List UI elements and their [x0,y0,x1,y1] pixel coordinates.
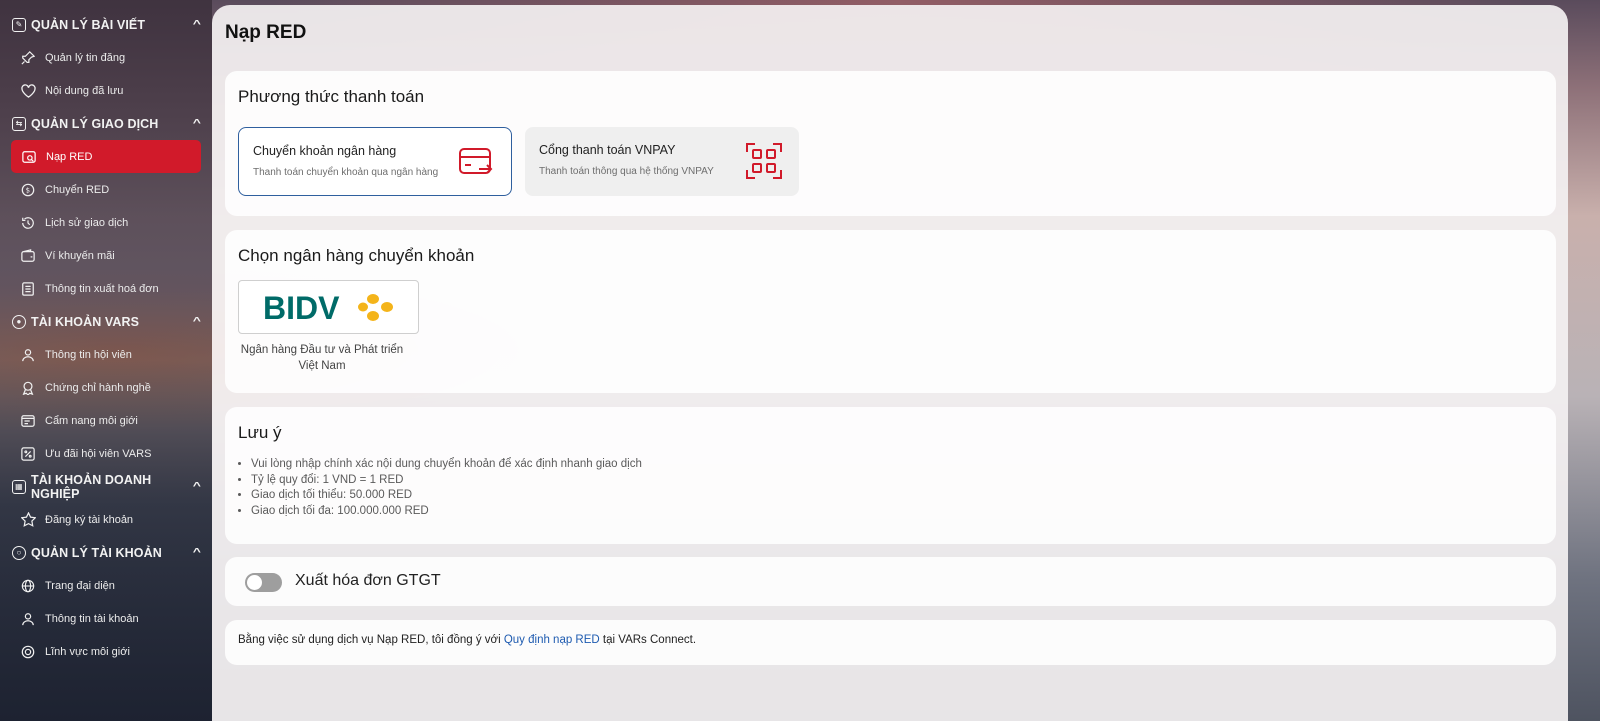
sidebar-item-label: Ví khuyến mãi [45,249,115,262]
invoice-toggle[interactable] [245,573,282,592]
sidebar-item-top-up-red[interactable]: Nạp RED [11,140,201,173]
qr-scan-icon [745,142,783,180]
terms-prefix: Bằng việc sử dụng dịch vụ Nạp RED, tôi đ… [238,634,504,646]
sidebar-item-label: Trang đại diện [45,579,115,592]
sidebar-item-label: Nạp RED [46,150,93,163]
sidebar-item-label: Nội dung đã lưu [45,84,124,97]
sidebar-item-label: Chứng chỉ hành nghề [45,381,151,394]
note-item: Tỷ lệ quy đổi: 1 VND = 1 RED [251,473,642,489]
invoice-toggle-label: Xuất hóa đơn GTGT [295,572,441,589]
svg-text:$: $ [26,186,30,194]
badge-icon [20,380,36,396]
bank-selection-card: Chọn ngân hàng chuyển khoản BIDV Ngân hà… [225,230,1556,393]
exchange-icon: ⇆ [12,116,26,131]
sidebar-item-label: Quản lý tin đăng [45,51,126,64]
chevron-up-icon: ^ [192,118,202,129]
terms-suffix: tại VARs Connect. [599,634,697,646]
notes-list: Vui lòng nhập chính xác nội dung chuyển … [251,457,642,519]
sidebar-item-broker-handbook[interactable]: Cẩm nang môi giới [0,404,202,437]
bank-option-bidv[interactable]: BIDV [238,280,419,334]
chevron-up-icon: ^ [192,481,202,492]
card-transfer-icon [457,143,495,181]
person-icon [20,611,36,627]
notes-card: Lưu ý Vui lòng nhập chính xác nội dung c… [225,407,1556,544]
method-bank-transfer[interactable]: Chuyển khoản ngân hàng Thanh toán chuyển… [238,127,512,196]
bidv-logo: BIDV [263,290,393,324]
document-icon [20,281,36,297]
note-item: Giao dịch tối thiểu: 50.000 RED [251,488,642,504]
sidebar-item-invoice-info[interactable]: Thông tin xuất hoá đơn [0,272,202,305]
sidebar-item-label: Cẩm nang môi giới [45,414,138,427]
user-circle-icon: ● [12,314,26,329]
page-title: Nạp RED [225,22,307,43]
sidebar-item-label: Đăng ký tài khoản [45,513,134,526]
note-item: Vui lòng nhập chính xác nội dung chuyển … [251,457,642,473]
section-title: QUẢN LÝ TÀI KHOẢN [31,545,162,560]
discount-icon [20,446,36,462]
globe-icon [20,578,36,594]
section-header-account-management[interactable]: ○ QUẢN LÝ TÀI KHOẢN ^ [0,536,212,569]
sidebar-item-label: Lĩnh vực môi giới [45,645,130,658]
section-header-vars-account[interactable]: ● TÀI KHOẢN VARS ^ [0,305,212,338]
section-header-post-management[interactable]: ✎ QUẢN LÝ BÀI VIẾT ^ [0,8,212,41]
sidebar-item-label: Thông tin tài khoản [45,612,139,625]
pin-icon [20,50,36,66]
building-icon: ▦ [12,479,26,494]
payment-method-card: Phương thức thanh toán Chuyển khoản ngân… [225,71,1556,216]
method-vnpay[interactable]: Cổng thanh toán VNPAY Thanh toán thông q… [525,127,799,196]
sidebar-item-account-info[interactable]: Thông tin tài khoản [0,602,202,635]
edit-document-icon: ✎ [12,17,26,32]
sidebar-item-label: Ưu đãi hội viên VARS [45,447,152,460]
bank-selection-heading: Chọn ngân hàng chuyển khoản [238,246,475,265]
star-icon [20,512,36,528]
note-item: Giao dịch tối đa: 100.000.000 RED [251,504,642,520]
sidebar-item-member-info[interactable]: Thông tin hội viên [0,338,202,371]
section-title: QUẢN LÝ GIAO DỊCH [31,116,159,131]
section-header-transaction-management[interactable]: ⇆ QUẢN LÝ GIAO DỊCH ^ [0,107,212,140]
sidebar-item-label: Chuyển RED [45,183,110,196]
sidebar-item-saved-content[interactable]: Nội dung đã lưu [0,74,202,107]
sidebar-item-profile-page[interactable]: Trang đại diện [0,569,202,602]
history-icon [20,215,36,231]
sidebar: ✎ QUẢN LÝ BÀI VIẾT ^ Quản lý tin đăng Nộ… [0,0,212,721]
wallet-search-icon [21,149,37,165]
section-title: TÀI KHOẢN DOANH NGHIỆP [31,472,152,501]
user-group-icon [20,347,36,363]
terms-card: Bằng việc sử dụng dịch vụ Nạp RED, tôi đ… [225,620,1556,665]
invoice-card: Xuất hóa đơn GTGT [225,557,1556,606]
terms-link[interactable]: Quy định nạp RED [504,634,600,646]
sidebar-item-manage-listings[interactable]: Quản lý tin đăng [0,41,202,74]
main-content: Nạp RED Phương thức thanh toán Chuyển kh… [212,5,1568,721]
wallet-icon [20,248,36,264]
sidebar-item-transfer-red[interactable]: $ Chuyển RED [0,173,202,206]
section-title: TÀI KHOẢN VARS [31,314,140,329]
chevron-up-icon: ^ [192,316,202,327]
section-header-business-account[interactable]: ▦ TÀI KHOẢN DOANH NGHIỆP ^ [0,470,212,503]
sidebar-item-label: Thông tin xuất hoá đơn [45,282,159,295]
sidebar-item-certificate[interactable]: Chứng chỉ hành nghề [0,371,202,404]
user-icon: ○ [12,545,26,560]
target-icon [20,644,36,660]
svg-text:BIDV: BIDV [263,290,340,324]
notes-heading: Lưu ý [238,423,282,442]
terms-text: Bằng việc sử dụng dịch vụ Nạp RED, tôi đ… [238,634,696,646]
handbook-icon [20,413,36,429]
bank-name: Ngân hàng Đầu tư và Phát triển Việt Nam [240,344,404,372]
chevron-up-icon: ^ [192,547,202,558]
toggle-knob [247,575,262,590]
sidebar-item-member-offers[interactable]: Ưu đãi hội viên VARS [0,437,202,470]
coin-icon: $ [20,182,36,198]
sidebar-item-brokerage-field[interactable]: Lĩnh vực môi giới [0,635,202,668]
chevron-up-icon: ^ [192,19,202,30]
sidebar-item-transaction-history[interactable]: Lịch sử giao dịch [0,206,202,239]
sidebar-item-promo-wallet[interactable]: Ví khuyến mãi [0,239,202,272]
sidebar-item-label: Thông tin hội viên [45,348,132,361]
payment-method-heading: Phương thức thanh toán [238,87,425,106]
section-title: QUẢN LÝ BÀI VIẾT [31,17,146,32]
sidebar-item-register-account[interactable]: Đăng ký tài khoản [0,503,202,536]
heart-icon [20,83,36,99]
sidebar-item-label: Lịch sử giao dịch [45,216,129,229]
